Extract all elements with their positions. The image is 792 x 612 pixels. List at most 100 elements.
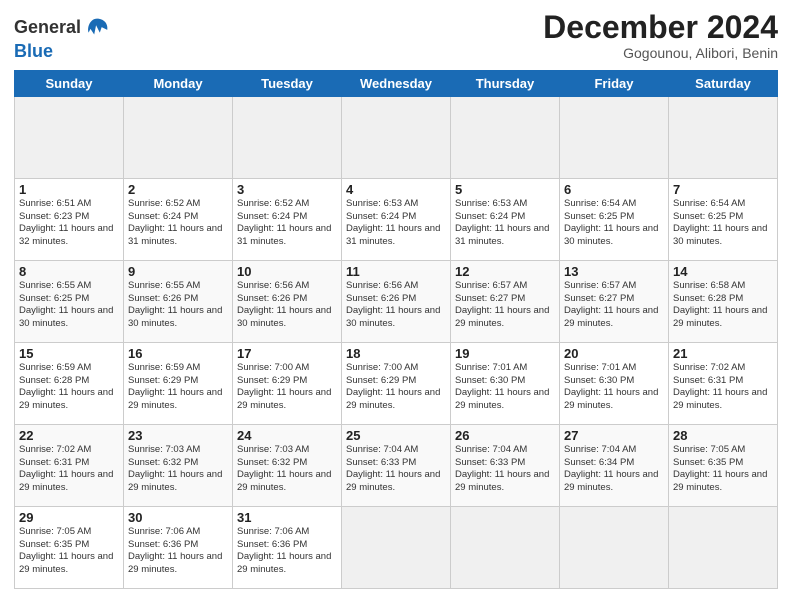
week-row-4: 22Sunrise: 7:02 AMSunset: 6:31 PMDayligh… — [15, 424, 778, 506]
col-sunday: Sunday — [15, 70, 124, 96]
day-info: Sunrise: 6:58 AMSunset: 6:28 PMDaylight:… — [673, 280, 773, 331]
table-cell: 7Sunrise: 6:54 AMSunset: 6:25 PMDaylight… — [669, 178, 778, 260]
day-number: 8 — [19, 264, 119, 279]
day-info: Sunrise: 6:55 AMSunset: 6:25 PMDaylight:… — [19, 280, 119, 331]
table-cell: 10Sunrise: 6:56 AMSunset: 6:26 PMDayligh… — [233, 260, 342, 342]
logo-icon — [83, 14, 111, 42]
day-info: Sunrise: 7:01 AMSunset: 6:30 PMDaylight:… — [455, 362, 555, 413]
table-cell: 22Sunrise: 7:02 AMSunset: 6:31 PMDayligh… — [15, 424, 124, 506]
day-number: 1 — [19, 182, 119, 197]
day-info: Sunrise: 6:59 AMSunset: 6:28 PMDaylight:… — [19, 362, 119, 413]
day-number: 20 — [564, 346, 664, 361]
main-container: General Blue December 2024 Gogounou, Ali… — [0, 0, 792, 599]
col-monday: Monday — [124, 70, 233, 96]
table-cell: 13Sunrise: 6:57 AMSunset: 6:27 PMDayligh… — [560, 260, 669, 342]
table-cell — [560, 506, 669, 588]
table-cell: 8Sunrise: 6:55 AMSunset: 6:25 PMDaylight… — [15, 260, 124, 342]
table-cell: 16Sunrise: 6:59 AMSunset: 6:29 PMDayligh… — [124, 342, 233, 424]
table-cell — [669, 506, 778, 588]
day-number: 26 — [455, 428, 555, 443]
table-cell: 23Sunrise: 7:03 AMSunset: 6:32 PMDayligh… — [124, 424, 233, 506]
table-cell: 9Sunrise: 6:55 AMSunset: 6:26 PMDaylight… — [124, 260, 233, 342]
day-number: 19 — [455, 346, 555, 361]
day-number: 2 — [128, 182, 228, 197]
logo-text: General — [14, 18, 81, 38]
day-info: Sunrise: 6:56 AMSunset: 6:26 PMDaylight:… — [237, 280, 337, 331]
week-row-2: 8Sunrise: 6:55 AMSunset: 6:25 PMDaylight… — [15, 260, 778, 342]
table-cell — [560, 96, 669, 178]
logo: General Blue — [14, 14, 111, 62]
table-cell: 30Sunrise: 7:06 AMSunset: 6:36 PMDayligh… — [124, 506, 233, 588]
logo-general: General — [14, 17, 81, 37]
col-thursday: Thursday — [451, 70, 560, 96]
header: General Blue December 2024 Gogounou, Ali… — [14, 10, 778, 62]
table-cell — [451, 506, 560, 588]
col-wednesday: Wednesday — [342, 70, 451, 96]
day-number: 6 — [564, 182, 664, 197]
day-info: Sunrise: 7:02 AMSunset: 6:31 PMDaylight:… — [673, 362, 773, 413]
day-number: 18 — [346, 346, 446, 361]
day-info: Sunrise: 6:54 AMSunset: 6:25 PMDaylight:… — [673, 198, 773, 249]
table-cell: 25Sunrise: 7:04 AMSunset: 6:33 PMDayligh… — [342, 424, 451, 506]
day-number: 12 — [455, 264, 555, 279]
day-info: Sunrise: 7:06 AMSunset: 6:36 PMDaylight:… — [237, 526, 337, 577]
day-number: 7 — [673, 182, 773, 197]
col-saturday: Saturday — [669, 70, 778, 96]
day-number: 27 — [564, 428, 664, 443]
day-info: Sunrise: 7:01 AMSunset: 6:30 PMDaylight:… — [564, 362, 664, 413]
day-number: 31 — [237, 510, 337, 525]
day-number: 28 — [673, 428, 773, 443]
month-title: December 2024 — [543, 10, 778, 45]
col-friday: Friday — [560, 70, 669, 96]
day-info: Sunrise: 6:57 AMSunset: 6:27 PMDaylight:… — [564, 280, 664, 331]
day-info: Sunrise: 6:57 AMSunset: 6:27 PMDaylight:… — [455, 280, 555, 331]
table-cell: 5Sunrise: 6:53 AMSunset: 6:24 PMDaylight… — [451, 178, 560, 260]
day-number: 25 — [346, 428, 446, 443]
day-info: Sunrise: 6:51 AMSunset: 6:23 PMDaylight:… — [19, 198, 119, 249]
header-row: Sunday Monday Tuesday Wednesday Thursday… — [15, 70, 778, 96]
day-info: Sunrise: 6:54 AMSunset: 6:25 PMDaylight:… — [564, 198, 664, 249]
table-cell: 26Sunrise: 7:04 AMSunset: 6:33 PMDayligh… — [451, 424, 560, 506]
day-number: 29 — [19, 510, 119, 525]
day-info: Sunrise: 7:06 AMSunset: 6:36 PMDaylight:… — [128, 526, 228, 577]
day-info: Sunrise: 6:53 AMSunset: 6:24 PMDaylight:… — [346, 198, 446, 249]
day-number: 14 — [673, 264, 773, 279]
table-cell: 14Sunrise: 6:58 AMSunset: 6:28 PMDayligh… — [669, 260, 778, 342]
day-number: 21 — [673, 346, 773, 361]
week-row-0 — [15, 96, 778, 178]
day-info: Sunrise: 7:04 AMSunset: 6:33 PMDaylight:… — [455, 444, 555, 495]
table-cell: 24Sunrise: 7:03 AMSunset: 6:32 PMDayligh… — [233, 424, 342, 506]
table-cell: 4Sunrise: 6:53 AMSunset: 6:24 PMDaylight… — [342, 178, 451, 260]
day-number: 13 — [564, 264, 664, 279]
day-info: Sunrise: 7:04 AMSunset: 6:33 PMDaylight:… — [346, 444, 446, 495]
title-block: December 2024 Gogounou, Alibori, Benin — [543, 10, 778, 61]
table-cell: 12Sunrise: 6:57 AMSunset: 6:27 PMDayligh… — [451, 260, 560, 342]
calendar-table: Sunday Monday Tuesday Wednesday Thursday… — [14, 70, 778, 589]
day-number: 15 — [19, 346, 119, 361]
table-cell — [15, 96, 124, 178]
logo-blue-text: Blue — [14, 42, 111, 62]
week-row-3: 15Sunrise: 6:59 AMSunset: 6:28 PMDayligh… — [15, 342, 778, 424]
day-number: 23 — [128, 428, 228, 443]
day-number: 5 — [455, 182, 555, 197]
table-cell: 27Sunrise: 7:04 AMSunset: 6:34 PMDayligh… — [560, 424, 669, 506]
day-number: 17 — [237, 346, 337, 361]
table-cell — [233, 96, 342, 178]
day-info: Sunrise: 6:56 AMSunset: 6:26 PMDaylight:… — [346, 280, 446, 331]
table-cell: 31Sunrise: 7:06 AMSunset: 6:36 PMDayligh… — [233, 506, 342, 588]
table-cell: 29Sunrise: 7:05 AMSunset: 6:35 PMDayligh… — [15, 506, 124, 588]
day-number: 30 — [128, 510, 228, 525]
day-info: Sunrise: 7:00 AMSunset: 6:29 PMDaylight:… — [346, 362, 446, 413]
day-info: Sunrise: 7:04 AMSunset: 6:34 PMDaylight:… — [564, 444, 664, 495]
table-cell: 18Sunrise: 7:00 AMSunset: 6:29 PMDayligh… — [342, 342, 451, 424]
table-cell: 1Sunrise: 6:51 AMSunset: 6:23 PMDaylight… — [15, 178, 124, 260]
day-number: 9 — [128, 264, 228, 279]
day-info: Sunrise: 6:55 AMSunset: 6:26 PMDaylight:… — [128, 280, 228, 331]
table-cell: 17Sunrise: 7:00 AMSunset: 6:29 PMDayligh… — [233, 342, 342, 424]
table-cell: 3Sunrise: 6:52 AMSunset: 6:24 PMDaylight… — [233, 178, 342, 260]
table-cell — [451, 96, 560, 178]
week-row-5: 29Sunrise: 7:05 AMSunset: 6:35 PMDayligh… — [15, 506, 778, 588]
table-cell: 15Sunrise: 6:59 AMSunset: 6:28 PMDayligh… — [15, 342, 124, 424]
day-number: 10 — [237, 264, 337, 279]
col-tuesday: Tuesday — [233, 70, 342, 96]
